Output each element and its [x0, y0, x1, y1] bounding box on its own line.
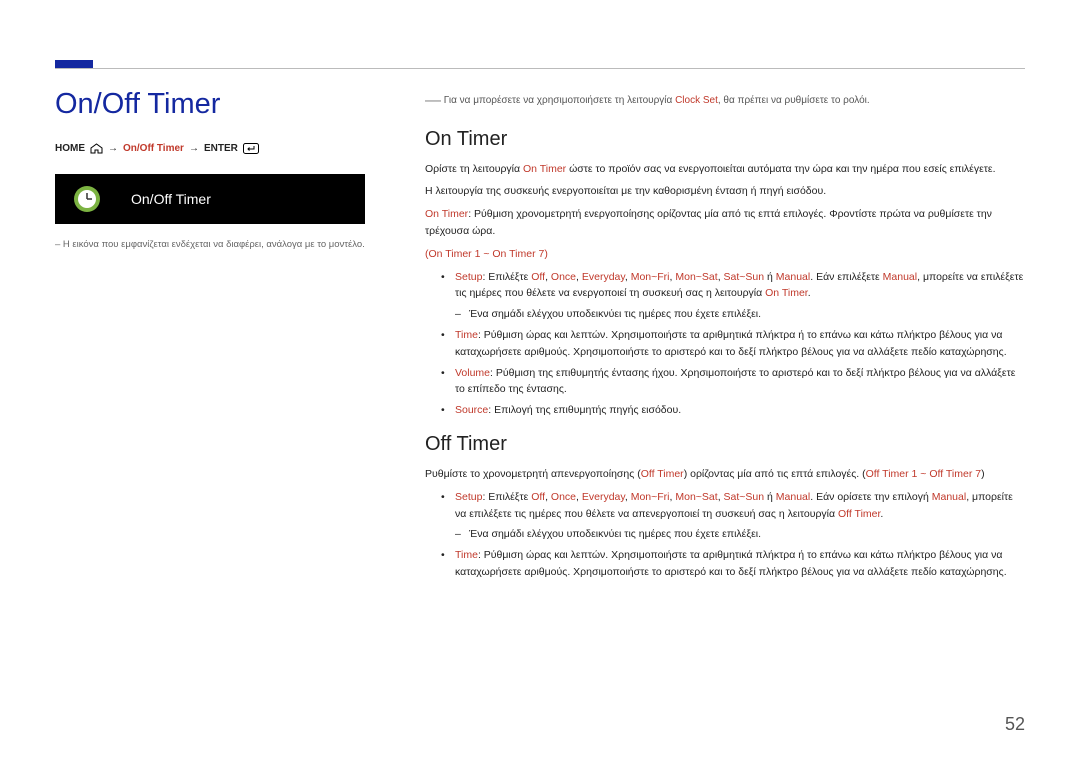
body-text: On Timer: Ρύθμιση χρονομετρητή ενεργοποί…: [425, 206, 1025, 240]
clock-set-note: ― Για να μπορέσετε να χρησιμοποιήσετε τη…: [425, 88, 1025, 114]
top-divider: [55, 68, 1025, 69]
list-item: Setup: Επιλέξτε Off, Once, Everyday, Mon…: [455, 489, 1025, 543]
breadcrumb-arrow: →: [108, 143, 118, 154]
body-text: Ορίστε τη λειτουργία On Timer ώστε το πρ…: [425, 161, 1025, 178]
list-item: Time: Ρύθμιση ώρας και λεπτών. Χρησιμοπο…: [455, 547, 1025, 581]
list-item: Time: Ρύθμιση ώρας και λεπτών. Χρησιμοπο…: [455, 327, 1025, 361]
list-item: Setup: Επιλέξτε Off, Once, Everyday, Mon…: [455, 269, 1025, 323]
breadcrumb-arrow: →: [189, 143, 199, 154]
on-timer-heading: On Timer: [425, 128, 1025, 151]
body-text: Η λειτουργία της συσκευής ενεργοποιείται…: [425, 183, 1025, 200]
breadcrumb-enter: ENTER: [204, 143, 238, 154]
list-item: Source: Επιλογή της επιθυμητής πηγής εισ…: [455, 402, 1025, 419]
off-timer-heading: Off Timer: [425, 433, 1025, 456]
home-icon: [90, 143, 103, 154]
preview-box: On/Off Timer: [55, 174, 365, 224]
section-marker: [55, 60, 93, 68]
off-timer-list: Setup: Επιλέξτε Off, Once, Everyday, Mon…: [425, 489, 1025, 581]
body-text: Ρυθμίστε το χρονομετρητή απενεργοποίησης…: [425, 466, 1025, 483]
breadcrumb: HOME → On/Off Timer → ENTER: [55, 143, 395, 154]
list-sub-item: Ένα σημάδι ελέγχου υποδεικνύει τις ημέρε…: [469, 526, 1025, 543]
preview-label: On/Off Timer: [131, 191, 211, 207]
page-number: 52: [1005, 714, 1025, 735]
list-sub-item: Ένα σημάδι ελέγχου υποδεικνύει τις ημέρε…: [469, 306, 1025, 323]
clock-icon: [73, 185, 101, 213]
on-timer-list: Setup: Επιλέξτε Off, Once, Everyday, Mon…: [425, 269, 1025, 419]
breadcrumb-item: On/Off Timer: [123, 143, 184, 154]
timer-range: (On Timer 1 ~ On Timer 7): [425, 246, 1025, 263]
left-note: – Η εικόνα που εμφανίζεται ενδέχεται να …: [55, 238, 395, 252]
list-item: Volume: Ρύθμιση της επιθυμητής έντασης ή…: [455, 365, 1025, 399]
page-title: On/Off Timer: [55, 88, 395, 121]
enter-icon: [243, 143, 259, 154]
breadcrumb-home: HOME: [55, 143, 85, 154]
